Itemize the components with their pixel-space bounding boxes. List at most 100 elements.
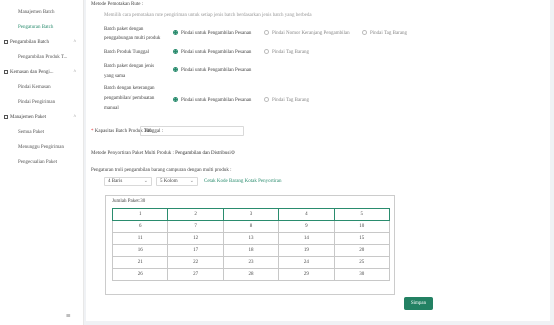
- sidebar-group-pengambilan-batch[interactable]: Pengambilan Batch ^: [0, 37, 84, 49]
- print-barcode-link[interactable]: Cetak Kode Barang Kotak Penyortiran: [204, 177, 281, 186]
- chevron-up-icon: ^: [73, 115, 76, 120]
- radio-multi-produk-nomor-keranjang[interactable]: Pindai Nomor Keranjang Pengambilan: [264, 29, 350, 38]
- label-line: yang sama: [104, 74, 126, 79]
- package-icon: [4, 69, 8, 74]
- grid-cell[interactable]: 25: [333, 256, 391, 269]
- radio-label: Pindai Nomor Keranjang Pengambilan: [272, 31, 350, 36]
- sidebar-group-label: Manajemen Paket: [10, 115, 46, 120]
- grid-cell[interactable]: 14: [278, 232, 335, 245]
- multi-method-label: Metode Penyortiran Paket Multi Produk : …: [91, 149, 235, 158]
- sidebar-item-semua-paket[interactable]: Semua Paket: [0, 127, 84, 139]
- cols-select[interactable]: 5 Kolom ⌄: [156, 177, 198, 186]
- main-panel: Metode Pemotakan Rute : Memilih cara pem…: [86, 0, 550, 321]
- sidebar-item-pengambilan-produk[interactable]: Pengambilan Produk T...: [0, 52, 84, 64]
- chevron-up-icon: ^: [73, 70, 76, 75]
- row-label-manual: Batch dengan keterangan pengambilan/ pem…: [104, 84, 155, 113]
- sidebar-group-label: Pengambilan Batch: [10, 40, 50, 45]
- grid-cell[interactable]: 29: [278, 268, 335, 281]
- grid-cell[interactable]: 7: [167, 220, 224, 233]
- grid-cell[interactable]: 4: [278, 208, 335, 221]
- sidebar-item-label: Pengambilan Produk T...: [18, 55, 68, 60]
- sidebar-item-pindai-kemasan[interactable]: Pindai Kemasan: [0, 82, 84, 94]
- grid-cell[interactable]: 19: [278, 244, 335, 257]
- grid-cell[interactable]: 15: [333, 232, 391, 245]
- settings-icon[interactable]: ⚙: [231, 151, 235, 156]
- sidebar-item-label: Manajemen Batch: [18, 10, 55, 15]
- required-mark: *: [91, 129, 94, 134]
- document-icon: [4, 39, 8, 44]
- sidebar-group-manajemen-paket[interactable]: Manajemen Paket ^: [0, 112, 84, 124]
- grid-cell[interactable]: 27: [167, 268, 224, 281]
- sorting-grid: 1 2 3 4 5 6 7 8 9 10 11 12 13 14 15 16 17 18 19 20 21 22 23 24 2…: [111, 208, 391, 281]
- grid-cell[interactable]: 24: [278, 256, 335, 269]
- sidebar-item-label: Pengecualian Paket: [18, 160, 58, 165]
- save-button[interactable]: Simpan: [404, 297, 433, 310]
- cols-select-value: 5 Kolom: [160, 179, 178, 184]
- radio-label: Pindai untuk Pengambilan Pesanan: [181, 98, 252, 103]
- radio-jenis-sama-pindai-pesanan[interactable]: Pindai untuk Pengambilan Pesanan: [173, 66, 252, 75]
- sidebar-item-manajemen-batch[interactable]: Manajemen Batch: [0, 7, 84, 19]
- grid-cell[interactable]: 1: [111, 208, 169, 221]
- grid-cell[interactable]: 13: [222, 232, 280, 245]
- radio-produk-tunggal-tag-barang[interactable]: Pindai Tag Barang: [264, 48, 309, 57]
- grid-cell[interactable]: 28: [222, 268, 280, 281]
- menu-icon[interactable]: ≡: [66, 311, 71, 320]
- radio-manual-pindai-pesanan[interactable]: Pindai untuk Pengambilan Pesanan: [173, 96, 252, 105]
- grid-cell[interactable]: 26: [111, 268, 169, 281]
- label-line: manual: [104, 106, 119, 111]
- box-icon: [4, 114, 8, 119]
- grid-cell[interactable]: 16: [111, 244, 169, 257]
- grid-row: 6 7 8 9 10: [111, 220, 391, 233]
- radio-multi-produk-pindai-pesanan[interactable]: Pindai untuk Pengambilan Pesanan: [173, 29, 252, 38]
- grid-row: 12345: [111, 208, 391, 221]
- radio-manual-tag-barang[interactable]: Pindai Tag Barang: [264, 96, 309, 105]
- rows-select-value: 4 Baris: [108, 179, 123, 184]
- grid-cell[interactable]: 8: [222, 220, 280, 233]
- grid-cell[interactable]: 18: [222, 244, 280, 257]
- sidebar-item-label: Menunggu Pengiriman: [18, 145, 64, 150]
- chevron-down-icon: ⌄: [143, 179, 148, 184]
- grid-cell[interactable]: 20: [333, 244, 391, 257]
- label-line: Batch dengan keterangan: [104, 86, 155, 91]
- sidebar-item-menunggu-pengiriman[interactable]: Menunggu Pengiriman: [0, 142, 84, 154]
- grid-cell[interactable]: 3: [222, 208, 280, 221]
- grid-row: 21 22 23 24 25: [111, 256, 391, 269]
- grid-cell[interactable]: 23: [222, 256, 280, 269]
- label-line: pengambilan/ pembuatan: [104, 96, 155, 101]
- sidebar-item-pengaturan-batch[interactable]: Pengaturan Batch: [0, 22, 84, 34]
- radio-dot: [173, 48, 178, 54]
- grid-cell[interactable]: 2: [167, 208, 224, 221]
- radio-dot: [362, 29, 367, 35]
- grid-cell[interactable]: 12: [167, 232, 224, 245]
- radio-dot: [264, 48, 269, 54]
- grid-cell[interactable]: 22: [167, 256, 224, 269]
- sidebar-item-pindai-pengiriman[interactable]: Pindai Pengiriman: [0, 97, 84, 109]
- radio-dot: [173, 66, 178, 72]
- radio-label: Pindai untuk Pengambilan Pesanan: [181, 31, 252, 36]
- grid-cell[interactable]: 6: [111, 220, 169, 233]
- capacity-input[interactable]: 300: [140, 126, 244, 136]
- sidebar-group-kemasan[interactable]: Kemasan dan Pengi... ^: [0, 67, 84, 79]
- grid-cell[interactable]: 30: [333, 268, 391, 281]
- sidebar-item-pengecualian-paket[interactable]: Pengecualian Paket: [0, 157, 84, 169]
- radio-produk-tunggal-pindai-pesanan[interactable]: Pindai untuk Pengambilan Pesanan: [173, 48, 251, 57]
- radio-label: Pindai Tag Barang: [370, 31, 408, 36]
- rows-select[interactable]: 4 Baris ⌄: [104, 177, 152, 186]
- grid-cell[interactable]: 5: [333, 208, 391, 221]
- grid-cell[interactable]: 21: [111, 256, 169, 269]
- grid-cell[interactable]: 10: [333, 220, 391, 233]
- radio-dot: [173, 96, 178, 102]
- grid-cell[interactable]: 9: [278, 220, 335, 233]
- radio-label: Pindai untuk Pengambilan Pesanan: [181, 68, 252, 73]
- sidebar-group-label: Kemasan dan Pengi...: [10, 70, 54, 75]
- sorting-grid-panel: Jumlah Paket:30 1 2 3 4 5 6 7 8 9 10 11 12 13 14 15 16 1…: [105, 195, 395, 295]
- grid-cell[interactable]: 11: [111, 232, 169, 245]
- radio-multi-produk-tag-barang[interactable]: Pindai Tag Barang: [362, 29, 408, 38]
- row-label-multi-produk: Batch paket dengan penggabungan multi pr…: [104, 25, 160, 43]
- row-label-jenis-sama: Batch paket dengan jenis yang sama: [104, 62, 154, 81]
- grid-cell[interactable]: 17: [167, 244, 224, 257]
- grid-row: 16 17 18 19 20: [111, 244, 391, 257]
- chevron-down-icon: ⌄: [189, 179, 194, 184]
- method-hint: Memilih cara pemotakan rute pengiriman u…: [104, 13, 312, 18]
- label-line: Batch Produk Tunggal: [104, 50, 150, 55]
